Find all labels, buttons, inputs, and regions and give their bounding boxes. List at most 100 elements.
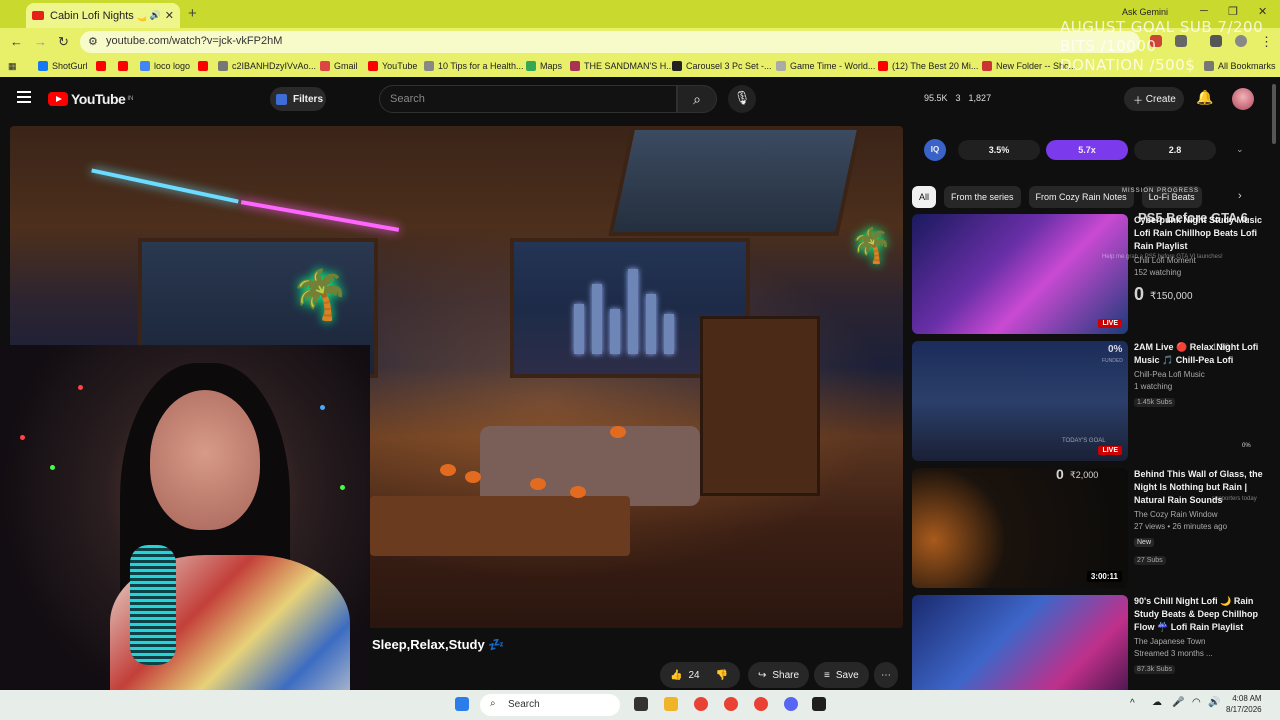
filters-button[interactable]: Filters [270,87,326,111]
ask-gemini-button[interactable]: Ask Gemini [1122,7,1168,17]
thumbs-down-icon[interactable]: 👎 [716,670,728,681]
rec-subs: 27 Subs [1134,556,1166,565]
file-explorer-icon[interactable] [664,697,678,711]
rec-channel[interactable]: The Cozy Rain Window [1134,510,1264,519]
close-window-icon[interactable]: ✕ [1258,5,1267,18]
list-item[interactable]: 3:00:11 Behind This Wall of Glass, the N… [912,468,1272,588]
rec-title[interactable]: 2AM Live 🔴 Relax Night Lofi Music 🎵 Chil… [1134,341,1264,367]
list-item[interactable]: LIVE Cyberpunk Night Study Music Lofi Ra… [912,214,1272,334]
rec-views: 27 views • 26 minutes ago [1134,522,1228,531]
windows-start-icon[interactable] [455,697,469,711]
bookmark-item[interactable]: 10 Tips for a Health... [424,61,524,71]
iq-metric[interactable]: 2.8 [1134,140,1216,160]
back-icon[interactable]: ← [10,34,23,49]
rec-channel[interactable]: Chill-Pea Lofi Music [1134,370,1264,379]
bookmark-gmail[interactable]: Gmail [320,61,358,71]
rec-channel[interactable]: The Japanese Town [1134,637,1264,646]
wifi-icon[interactable]: ◠ [1192,697,1201,708]
maximize-icon[interactable]: ❐ [1228,5,1238,18]
app-icon[interactable] [812,697,826,711]
more-options-icon[interactable]: ⋯ [874,662,898,688]
save-button[interactable]: ≡ Save [814,662,869,688]
filter-icon [276,93,287,105]
new-badge: New [1134,538,1155,547]
bookmark-item[interactable]: Game Time - World... [776,61,875,71]
microphone-icon[interactable]: 🎙 [728,85,756,113]
video-thumbnail[interactable]: 3:00:11 [912,468,1128,588]
discord-icon[interactable] [784,697,798,711]
profile-icon[interactable] [1235,35,1247,47]
forward-icon[interactable]: → [34,34,47,49]
windows-taskbar: ⌕ Search ^ ☁ 🎤 ◠ 🔊 4:08 AM 8/17/2026 [0,690,1280,720]
bookmark-maps[interactable]: Maps [526,61,562,71]
task-view-icon[interactable] [634,697,648,711]
all-bookmarks[interactable]: All Bookmarks [1204,61,1276,71]
bookmark-item[interactable]: ShotGurl [38,61,88,71]
today-goal-label: TODAY'S GOAL [1062,438,1106,444]
bookmark-youtube[interactable]: YouTube [368,61,417,71]
avatar[interactable] [1232,88,1254,110]
chip-all[interactable]: All [912,186,937,208]
rec-views: 152 watching [1134,268,1182,277]
youtube-header: YouTube IN Filters Search ⌕ 🎙 95.5K 3 1,… [0,77,1280,122]
volume-icon[interactable]: 🔊 [1208,697,1220,708]
create-button[interactable]: ＋ Create [1124,87,1184,111]
apps-grid-icon[interactable]: ▦ [8,61,17,72]
scrollbar[interactable] [1272,84,1276,144]
youtube-favicon-icon [32,11,44,20]
goal-overlay-line1: AUGUST GOAL SUB 7/200 [1060,18,1264,36]
address-bar[interactable]: ⚙ youtube.com/watch?v=jck-vkFP2hM [80,31,1140,53]
microphone-prop [130,545,176,665]
notifications-bell-icon[interactable]: 🔔 [1196,89,1213,106]
new-tab-button[interactable]: + [188,5,197,22]
bookmark-item[interactable]: THE SANDMAN'S H... [570,61,674,71]
site-info-icon[interactable]: ⚙ [88,35,98,48]
rec-subs: 87.3k Subs [1134,665,1176,674]
tray-chevron-icon[interactable]: ^ [1130,698,1135,709]
browser-tab[interactable]: Cabin Lofi Nights 🌙 Cozy 🔊 ✕ [26,3,180,28]
streamer-face [150,390,260,530]
iq-metric[interactable]: 5.7x [1046,140,1128,160]
bookmark-item[interactable]: Carousel 3 Pc Set -... [672,61,772,71]
chip-series[interactable]: From the series [944,186,1021,208]
extensions-puzzle-icon[interactable] [1175,35,1187,47]
youtube-logo[interactable]: YouTube IN [48,91,133,107]
menu-dots-icon[interactable]: ⋮ [1260,34,1273,50]
youtube-play-icon [48,92,68,106]
chevron-down-icon[interactable]: ⌄ [1236,144,1244,155]
iq-metric[interactable]: 3.5% [958,140,1040,160]
iq-logo[interactable]: IQ [924,139,946,161]
ps5-goal-title: PS5 Before GTA 6 [1138,210,1248,225]
bookmark-item[interactable]: c2IBANHDzyIVvAo... [218,61,316,71]
tab-close-icon[interactable]: ✕ [165,9,174,22]
bookmark-youtube-icon[interactable] [198,61,212,71]
bookmark-item[interactable]: (12) The Best 20 Mi... [878,61,978,71]
mic-tray-icon[interactable]: 🎤 [1172,697,1184,708]
chevron-right-icon[interactable]: › [1238,190,1242,202]
rec-title[interactable]: 90's Chill Night Lofi 🌙 Rain Study Beats… [1134,595,1264,634]
bookmark-youtube-icon[interactable] [118,61,132,71]
couch [480,426,700,506]
share-button[interactable]: ↪ Share [748,662,810,688]
search-input[interactable]: Search [379,85,677,113]
taskbar-search[interactable]: ⌕ Search [480,694,620,716]
chrome-icon[interactable] [724,697,738,711]
video-thumbnail[interactable]: LIVE [912,214,1128,334]
bookshelf [700,316,820,496]
media-icon[interactable] [1210,35,1222,47]
like-dislike-button[interactable]: 👍 24 👎 [660,662,740,688]
bookmark-item[interactable]: loco logo [140,61,190,71]
chip-channel[interactable]: From Cozy Rain Notes [1028,186,1134,208]
bookmark-youtube-icon[interactable] [96,61,110,71]
minimize-icon[interactable]: ─ [1200,5,1208,17]
thumbs-up-icon[interactable]: 👍 [670,670,682,681]
reload-icon[interactable]: ↻ [58,34,69,50]
hamburger-menu-icon[interactable] [17,91,31,106]
tab-title: Cabin Lofi Nights 🌙 Cozy [50,10,146,22]
tray-app-icon[interactable]: ☁ [1152,697,1162,708]
taskbar-clock[interactable]: 4:08 AM 8/17/2026 [1226,693,1262,715]
chrome-icon[interactable] [754,697,768,711]
chrome-icon[interactable] [694,697,708,711]
search-icon[interactable]: ⌕ [677,85,717,113]
tab-audio-icon[interactable]: 🔊 [150,10,161,21]
